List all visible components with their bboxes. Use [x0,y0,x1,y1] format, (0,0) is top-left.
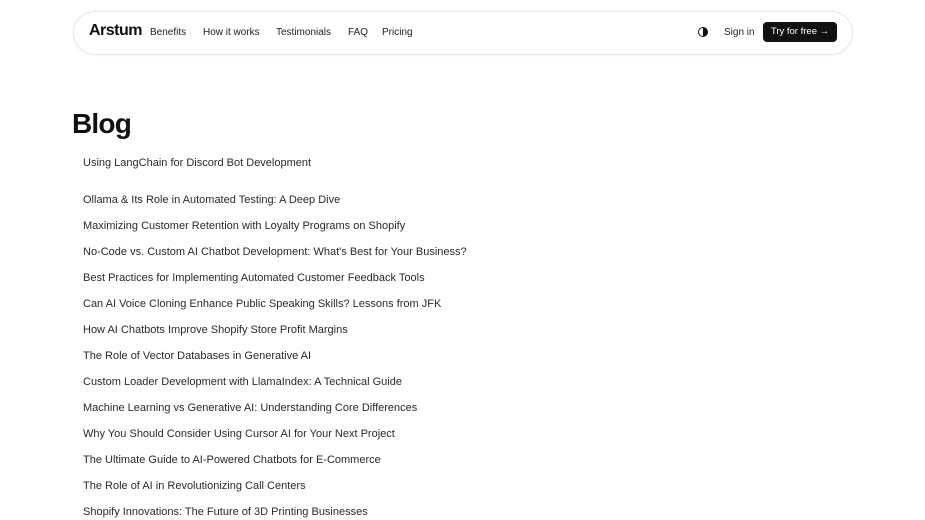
blog-post-link[interactable]: The Role of Vector Databases in Generati… [83,350,311,362]
blog-post-link[interactable]: Best Practices for Implementing Automate… [83,272,425,284]
blog-post-link[interactable]: Why You Should Consider Using Cursor AI … [83,428,395,440]
blog-post-link[interactable]: The Role of AI in Revolutionizing Call C… [83,480,306,492]
blog-post-link[interactable]: Maximizing Customer Retention with Loyal… [83,220,405,232]
blog-post-link[interactable]: Shopify Innovations: The Future of 3D Pr… [83,506,368,518]
nav-link-faq[interactable]: FAQ [348,27,368,38]
blog-post-link[interactable]: Using LangChain for Discord Bot Developm… [83,157,311,169]
logo[interactable]: Arstum [89,22,143,40]
nav-link-how-it-works[interactable]: How it works [203,27,260,38]
blog-post-link[interactable]: Custom Loader Development with LlamaInde… [83,376,402,388]
blog-post-link[interactable]: Can AI Voice Cloning Enhance Public Spea… [83,298,441,310]
nav-link-testimonials[interactable]: Testimonials [276,27,331,38]
nav-link-benefits[interactable]: Benefits [150,27,186,38]
blog-post-link[interactable]: Ollama & Its Role in Automated Testing: … [83,194,340,206]
blog-post-link[interactable]: No-Code vs. Custom AI Chatbot Developmen… [83,246,467,258]
theme-toggle-icon[interactable] [698,27,708,37]
blog-post-link[interactable]: The Ultimate Guide to AI-Powered Chatbot… [83,454,381,466]
try-for-free-button[interactable]: Try for free → [763,22,837,42]
page-title: Blog [72,108,132,139]
blog-post-link[interactable]: How AI Chatbots Improve Shopify Store Pr… [83,324,348,336]
top-navbar: Arstum Benefits How it works Testimonial… [73,11,853,55]
nav-link-pricing[interactable]: Pricing [382,27,413,38]
blog-post-link[interactable]: Machine Learning vs Generative AI: Under… [83,402,417,414]
sign-in-link[interactable]: Sign in [724,27,755,38]
